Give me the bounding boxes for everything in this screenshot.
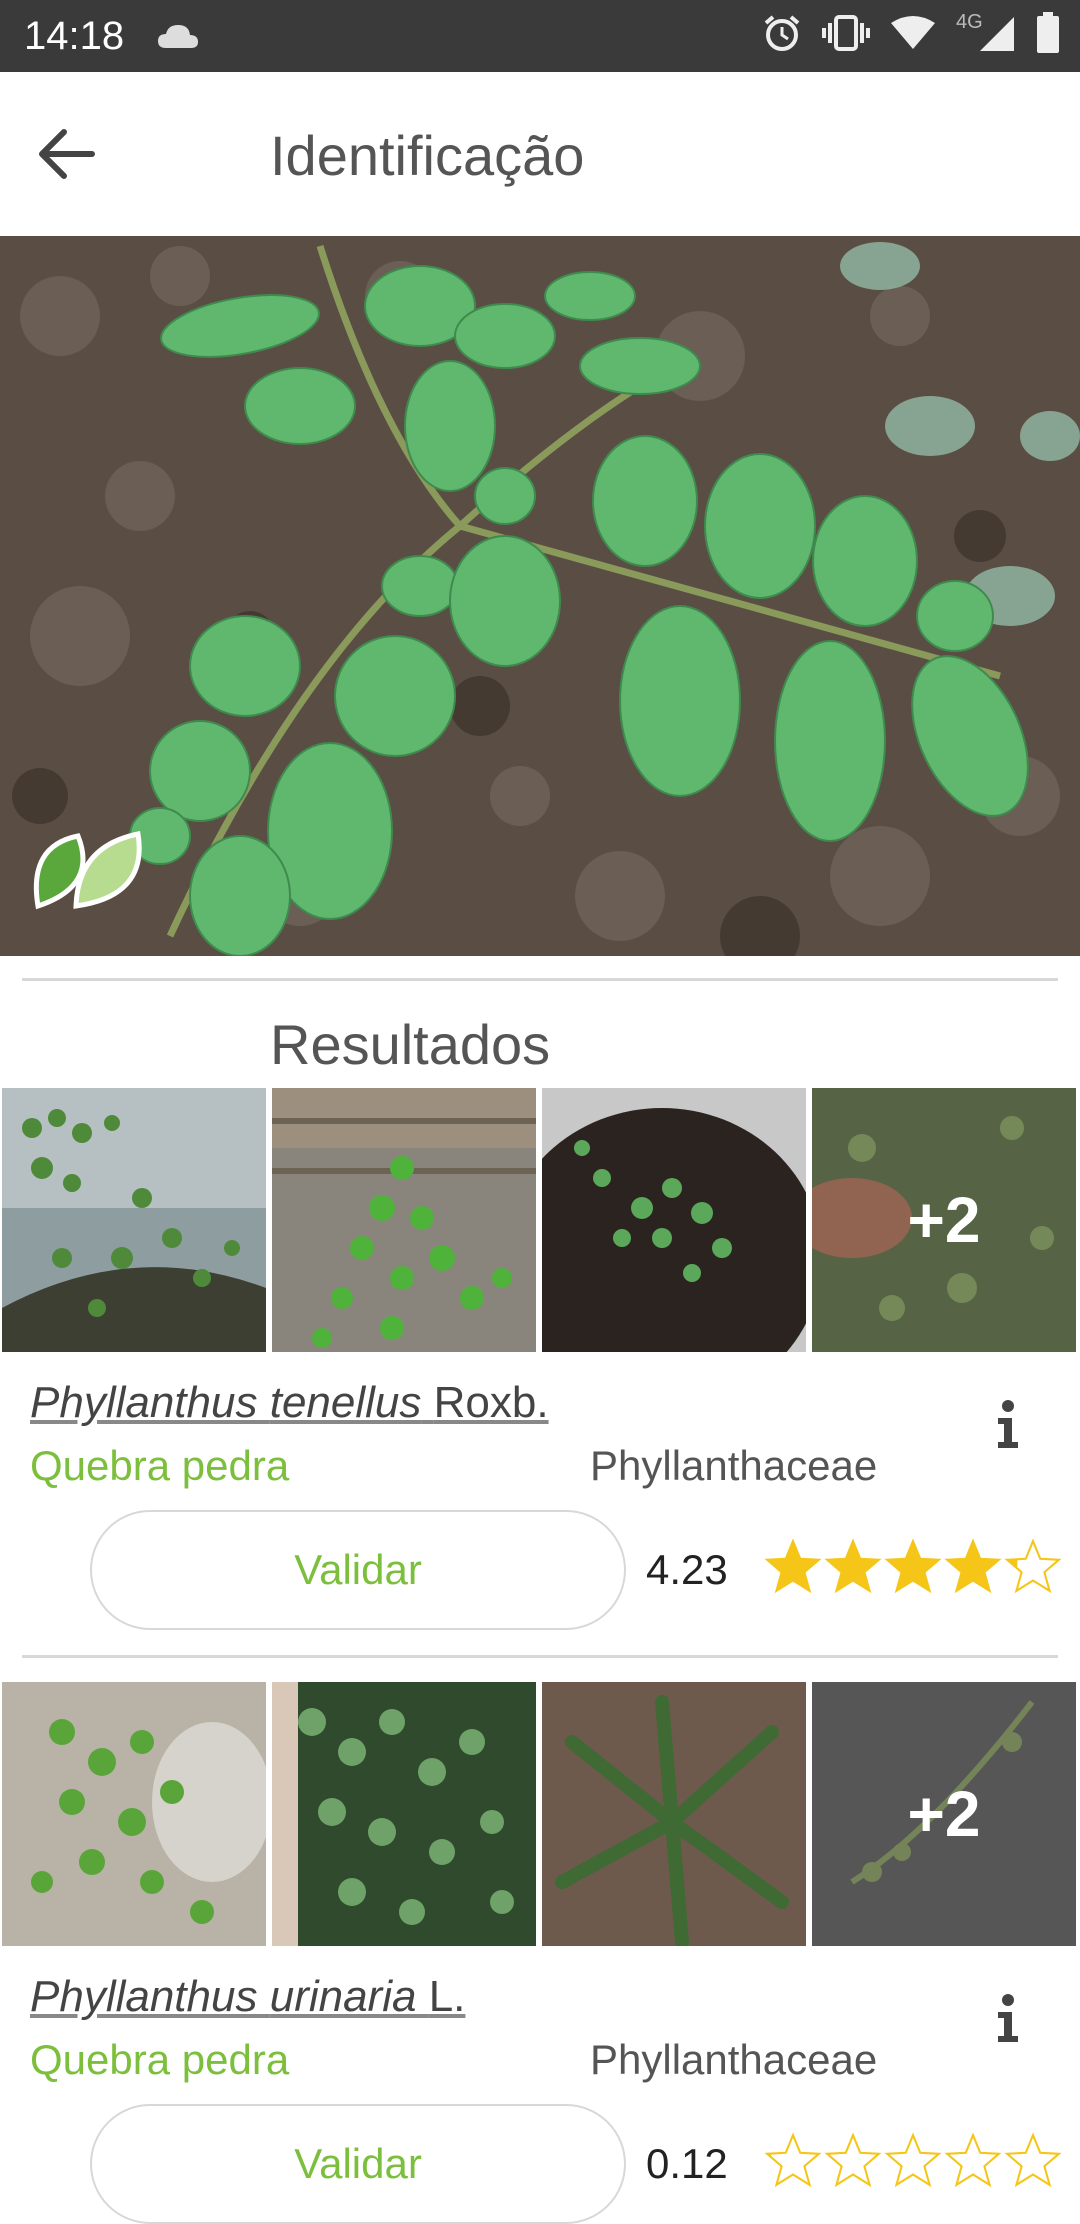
info-icon[interactable] [990, 1398, 1026, 1450]
star-icon [764, 2132, 822, 2188]
wifi-icon [890, 15, 936, 51]
result-photo[interactable] [542, 1682, 806, 1946]
info-icon[interactable] [990, 1992, 1026, 2044]
author: L. [428, 1972, 466, 2021]
alarm-icon [762, 13, 802, 53]
more-photos-label: +2 [812, 1088, 1076, 1352]
result-photo-more[interactable]: +2 [812, 1088, 1076, 1352]
star-icon [944, 1538, 1002, 1594]
star-icon [944, 2132, 1002, 2188]
species: urinaria [269, 1972, 417, 2021]
result-1-score: 4.23 [646, 1546, 728, 1593]
result-2-common-name: Quebra pedra [30, 2036, 290, 2083]
star-icon [824, 1538, 882, 1594]
result-photo[interactable] [2, 1682, 266, 1946]
result-1-family: Phyllanthaceae [590, 1442, 878, 1489]
star-icon [824, 2132, 882, 2188]
cloud-icon [156, 22, 200, 55]
species: tenellus [269, 1378, 422, 1427]
status-time: 14:18 [24, 14, 125, 58]
result-1-scientific-name[interactable]: Phyllanthus tenellus Roxb. [30, 1378, 549, 1428]
validate-button[interactable]: Validar [90, 2104, 626, 2224]
status-bar: 14:18 4G [0, 0, 1080, 72]
signal-icon: 4G [956, 11, 1016, 53]
result-2-rating [764, 2132, 1062, 2188]
identified-plant-photo[interactable] [0, 236, 1080, 956]
vibrate-icon [822, 13, 870, 53]
star-icon [1004, 2132, 1062, 2188]
author: Roxb. [433, 1378, 549, 1427]
divider [22, 978, 1058, 981]
genus: Phyllanthus [30, 1378, 258, 1427]
genus: Phyllanthus [30, 1972, 258, 2021]
app-bar: Identificação [0, 72, 1080, 236]
result-photo[interactable] [542, 1088, 806, 1352]
result-1-gallery: +2 [0, 1088, 1080, 1352]
page-title: Identificação [270, 124, 585, 187]
divider [22, 1655, 1058, 1658]
back-arrow-icon[interactable] [30, 118, 102, 190]
results-title: Resultados [270, 1013, 551, 1076]
result-photo[interactable] [272, 1682, 536, 1946]
result-photo-more[interactable]: +2 [812, 1682, 1076, 1946]
battery-icon [1036, 12, 1060, 54]
result-photo[interactable] [2, 1088, 266, 1352]
result-2-score: 0.12 [646, 2140, 728, 2187]
star-icon [1004, 1538, 1062, 1594]
star-icon [764, 1538, 822, 1594]
result-photo[interactable] [272, 1088, 536, 1352]
star-icon [884, 1538, 942, 1594]
result-2-family: Phyllanthaceae [590, 2036, 878, 2083]
result-2-gallery: +2 [0, 1682, 1080, 1946]
result-1-rating [764, 1538, 1062, 1594]
result-2-scientific-name[interactable]: Phyllanthus urinaria L. [30, 1972, 465, 2022]
more-photos-label: +2 [812, 1682, 1076, 1946]
validate-button[interactable]: Validar [90, 1510, 626, 1630]
star-icon [884, 2132, 942, 2188]
result-1-common-name: Quebra pedra [30, 1442, 290, 1489]
